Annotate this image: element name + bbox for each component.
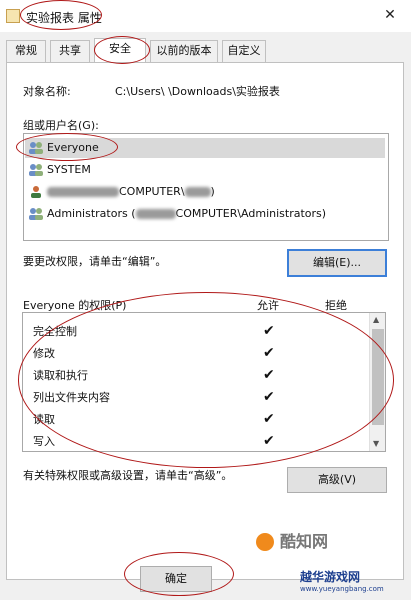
permission-row: 读取和执行	[33, 365, 88, 387]
permissions-list[interactable]: 完全控制 修改 读取和执行 列出文件夹内容 读取 写入 ✔ ✔ ✔ ✔ ✔ ✔ …	[22, 312, 386, 452]
list-item[interactable]: Administrators ( COMPUTER\Administrators)	[28, 204, 326, 224]
tab-previous-versions[interactable]: 以前的版本	[150, 40, 218, 62]
redacted-text	[184, 187, 211, 197]
permission-name: 读取和执行	[33, 369, 88, 382]
watermark-url: www.yueyangbang.com	[300, 585, 384, 593]
group-name: Administrators (	[47, 207, 136, 220]
group-name: Everyone	[47, 141, 99, 154]
ok-button[interactable]: 确定	[140, 566, 212, 592]
list-item[interactable]: COMPUTER\)	[28, 182, 215, 202]
folder-icon	[6, 9, 20, 23]
allow-checkmark-icon: ✔	[263, 323, 275, 339]
window-title: 实验报表 属性	[26, 11, 102, 25]
object-name-label: 对象名称:	[23, 85, 71, 98]
watermark-logo-icon	[256, 533, 274, 551]
advanced-hint: 有关特殊权限或高级设置，请单击“高级”。	[23, 469, 233, 482]
permission-row: 读取	[33, 409, 55, 431]
group-label: 组或用户名(G):	[23, 119, 99, 132]
allow-checkmark-icon: ✔	[263, 389, 275, 405]
group-name: SYSTEM	[47, 163, 91, 176]
allow-checkmark-icon: ✔	[263, 411, 275, 427]
list-item[interactable]: Everyone	[25, 138, 385, 158]
permission-row: 修改	[33, 343, 55, 365]
allow-header: 允许	[257, 299, 279, 312]
user-icon	[28, 185, 44, 199]
group-suffix: )	[210, 185, 215, 198]
list-item[interactable]: SYSTEM	[28, 160, 91, 180]
allow-checkmark-icon: ✔	[263, 345, 275, 361]
scroll-up-icon[interactable]: ▲	[373, 315, 379, 324]
permission-name: 完全控制	[33, 325, 77, 338]
tab-general[interactable]: 常规	[6, 40, 46, 62]
group-suffix: COMPUTER\Administrators)	[175, 207, 327, 220]
group-list[interactable]: Everyone SYSTEM COMPUTER\) Administrator…	[23, 133, 389, 241]
permissions-header: Everyone 的权限(P)	[23, 299, 127, 312]
users-group-icon	[28, 141, 44, 155]
allow-checkmark-icon: ✔	[263, 367, 275, 383]
permission-row: 完全控制	[33, 321, 77, 343]
tab-security[interactable]: 安全	[94, 38, 146, 63]
permission-name: 读取	[33, 413, 55, 426]
scroll-down-icon[interactable]: ▼	[373, 439, 379, 448]
edit-button[interactable]: 编辑(E)...	[287, 249, 387, 277]
group-name: COMPUTER\	[119, 185, 185, 198]
permission-name: 列出文件夹内容	[33, 391, 110, 404]
title-bar: 实验报表 属性 ✕	[0, 0, 411, 32]
watermark-brand-2: 越华游戏网	[300, 570, 361, 584]
object-name-value: C:\Users\ \Downloads\实验报表	[115, 85, 280, 98]
edit-hint: 要更改权限，请单击“编辑”。	[23, 255, 167, 268]
advanced-button[interactable]: 高级(V)	[287, 467, 387, 493]
scroll-thumb[interactable]	[372, 329, 384, 425]
permission-name: 写入	[33, 435, 55, 448]
permissions-scrollbar[interactable]: ▲ ▼	[369, 313, 385, 451]
watermark-brand: 酷知网	[280, 532, 329, 551]
redacted-text	[135, 209, 176, 219]
permission-row: 列出文件夹内容	[33, 387, 110, 409]
users-group-icon	[28, 163, 44, 177]
close-button[interactable]: ✕	[381, 6, 399, 24]
tab-sharing[interactable]: 共享	[50, 40, 90, 62]
deny-header: 拒绝	[325, 299, 347, 312]
users-group-icon	[28, 207, 44, 221]
permission-row: 写入	[33, 431, 55, 453]
permission-name: 修改	[33, 347, 55, 360]
tab-customize[interactable]: 自定义	[222, 40, 266, 62]
allow-checkmark-icon: ✔	[263, 433, 275, 449]
redacted-text	[47, 187, 119, 197]
